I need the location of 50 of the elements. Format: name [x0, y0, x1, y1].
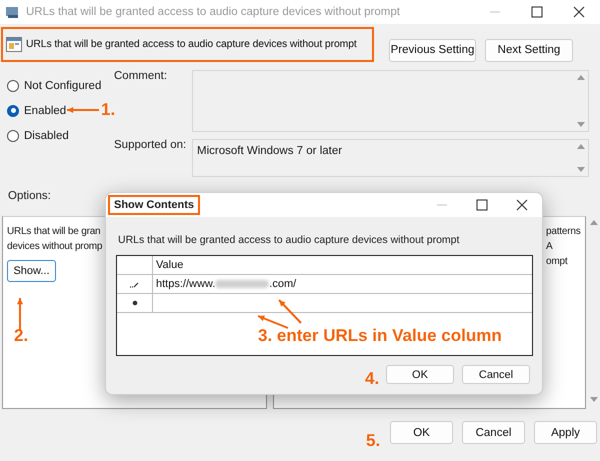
scroll-up-icon[interactable] — [576, 73, 586, 83]
option-description: URLs that will be gran — [7, 225, 100, 239]
radio-button[interactable] — [7, 130, 19, 142]
radio-option[interactable]: Enabled — [7, 102, 66, 119]
ok-button[interactable]: OK — [390, 421, 453, 444]
pencil-icon — [130, 280, 139, 288]
close-icon[interactable] — [516, 199, 528, 211]
supported-on-text: Microsoft Windows 7 or later — [197, 144, 342, 157]
policy-icon — [6, 37, 22, 52]
policy-title: URLs that will be granted access to audio capture devices without prompt — [26, 39, 357, 50]
maximize-icon[interactable] — [476, 199, 488, 211]
column-header[interactable]: Value — [153, 256, 532, 274]
annotation-arrow — [16, 298, 24, 331]
apply-button[interactable]: Apply — [534, 421, 597, 444]
cancel-button[interactable]: Cancel — [462, 421, 525, 444]
help-text: A — [546, 240, 552, 254]
dialog-description: URLs that will be granted access to audio capture devices without prompt — [118, 234, 460, 246]
step-label: 1. — [101, 100, 116, 120]
comment-label: Comment: — [114, 70, 168, 84]
show-button[interactable]: Show... — [7, 260, 56, 282]
scroll-down-icon[interactable] — [576, 164, 586, 174]
previous-setting-button[interactable]: Previous Setting — [389, 38, 476, 62]
app-icon — [6, 6, 20, 18]
window-title: URLs that will be granted access to audio capture devices without prompt — [26, 6, 400, 18]
scroll-down-icon[interactable] — [589, 394, 599, 404]
close-icon[interactable] — [573, 6, 585, 18]
next-setting-button[interactable]: Next Setting — [485, 38, 573, 62]
options-label: Options: — [8, 190, 52, 202]
step-label: 4. — [365, 369, 380, 389]
radio-option[interactable]: Disabled — [7, 127, 69, 144]
help-text: ompt — [546, 255, 568, 269]
scroll-up-icon[interactable] — [576, 142, 586, 152]
step-label: 3. enter URLs in Value column — [258, 326, 502, 346]
cancel-button[interactable]: Cancel — [462, 365, 530, 384]
radio-option[interactable]: Not Configured — [7, 77, 102, 94]
option-description: devices without promp — [7, 240, 102, 254]
new-row-icon — [132, 300, 138, 306]
radio-button[interactable] — [7, 80, 19, 92]
radio-button[interactable] — [7, 104, 19, 116]
scroll-up-icon[interactable] — [589, 218, 599, 228]
step-label: 5. — [366, 431, 380, 451]
dialog-title: Show Contents — [108, 195, 200, 215]
maximize-icon[interactable] — [531, 6, 543, 18]
value-cell[interactable]: https://www. .com/ — [153, 275, 532, 293]
scroll-down-icon[interactable] — [576, 119, 586, 129]
annotation-arrow — [67, 106, 99, 114]
help-text: patterns — [546, 225, 581, 239]
ok-button[interactable]: OK — [386, 365, 454, 384]
comment-field[interactable] — [192, 70, 589, 132]
supported-on-label: Supported on: — [114, 139, 188, 153]
